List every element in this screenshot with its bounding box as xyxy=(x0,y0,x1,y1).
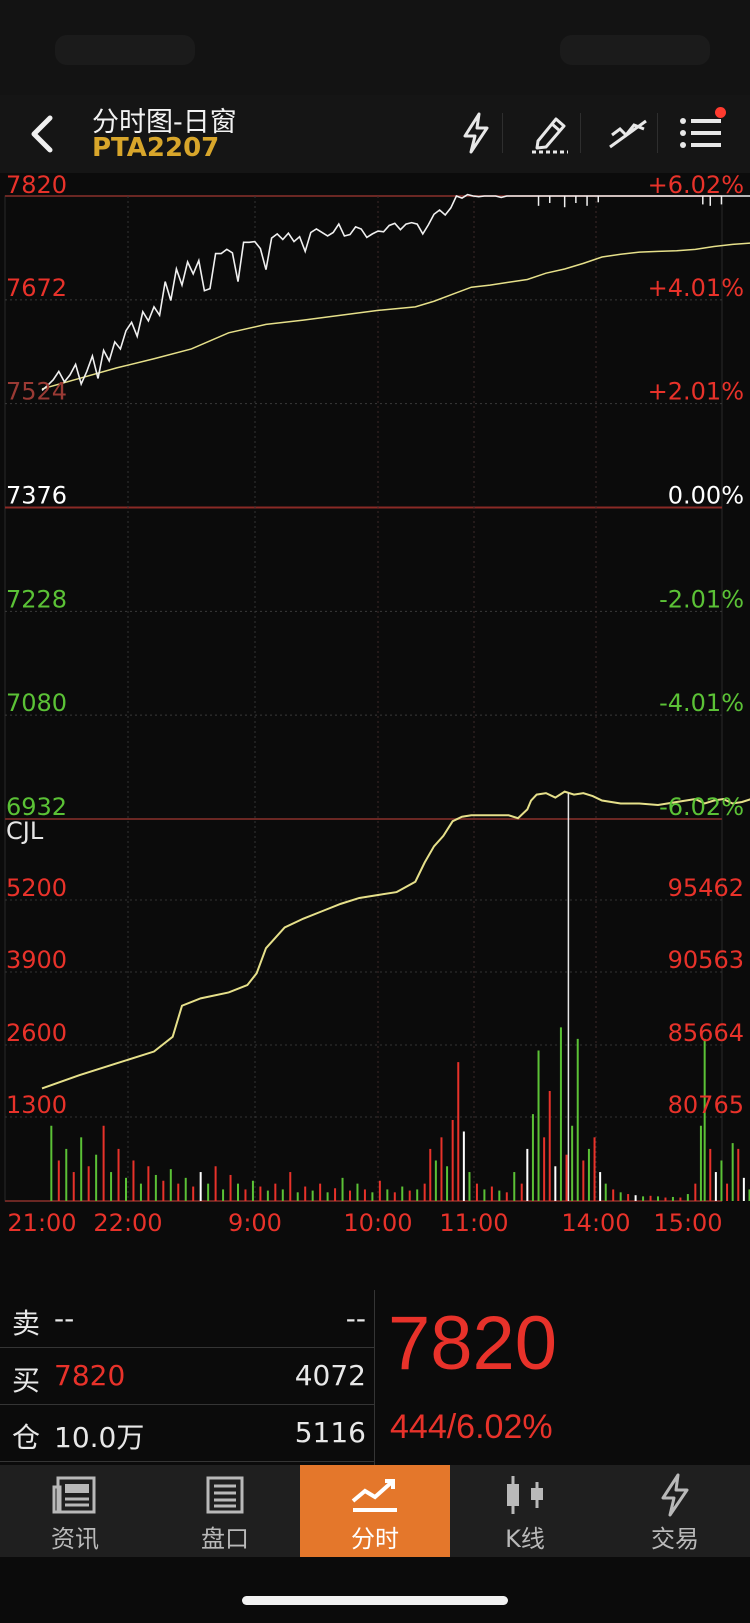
home-area xyxy=(0,1557,750,1623)
news-icon xyxy=(52,1473,98,1517)
draw-button[interactable] xyxy=(522,105,578,161)
time-label: 15:00 xyxy=(653,1209,722,1237)
pen-icon xyxy=(532,117,568,154)
menu-button[interactable] xyxy=(674,105,730,161)
volume-bars xyxy=(50,1027,750,1201)
lightning-icon xyxy=(463,112,489,154)
status-blur-right xyxy=(560,35,710,65)
tab-label: 分时 xyxy=(351,1525,399,1553)
quote-panel: 卖 -- -- 买 7820 4072 仓 10.0万 5116 7820 44… xyxy=(0,1290,750,1465)
lightning-icon xyxy=(657,1473,693,1517)
candlestick-icon xyxy=(499,1473,551,1517)
price-label-left: 7524 xyxy=(6,378,67,406)
pct-label-right: +2.01% xyxy=(648,378,744,406)
position-label-right: 85664 xyxy=(668,1019,744,1047)
position-label-right: 95462 xyxy=(668,874,744,902)
time-label: 22:00 xyxy=(93,1209,162,1237)
price-label-left: 7672 xyxy=(6,274,67,302)
volume-label-left: 2600 xyxy=(6,1019,67,1047)
time-label: 10:00 xyxy=(343,1209,412,1237)
orderbook-icon xyxy=(205,1473,245,1517)
symbol-code: PTA2207 xyxy=(92,133,220,163)
quote-divider xyxy=(374,1290,375,1465)
ask-volume: -- xyxy=(345,1302,366,1335)
tab-label: 交易 xyxy=(651,1525,699,1553)
chevron-left-icon xyxy=(31,115,53,153)
price-label-left: 7080 xyxy=(6,689,67,717)
notification-dot xyxy=(715,107,726,118)
volume-label-left: 5200 xyxy=(6,874,67,902)
price-change: 444/6.02% xyxy=(390,1408,553,1446)
timeshare-icon xyxy=(349,1473,401,1517)
position-line xyxy=(41,790,750,1090)
axis-labels: 7820 7672 7524 7376 7228 7080 6932 +6.02… xyxy=(6,173,744,1237)
header-separator xyxy=(502,113,503,153)
home-indicator[interactable] xyxy=(242,1596,508,1605)
flash-button[interactable] xyxy=(448,105,504,161)
ask-price: -- xyxy=(54,1302,75,1335)
pct-label-right: +4.01% xyxy=(648,274,744,302)
price-label-left: 7376 xyxy=(6,482,67,510)
tab-label: 盘口 xyxy=(201,1525,249,1553)
position-label-right: 80765 xyxy=(668,1091,744,1119)
open-interest-value: 10.0万 xyxy=(54,1421,145,1454)
avg-price-line xyxy=(41,242,750,390)
chart-lines xyxy=(41,193,750,1201)
time-label: 11:00 xyxy=(439,1209,508,1237)
tab-timeshare[interactable]: 分时 xyxy=(300,1465,450,1557)
pct-label-right: -4.01% xyxy=(659,689,744,717)
menu-list-icon xyxy=(680,118,721,148)
tab-orderbook[interactable]: 盘口 xyxy=(150,1465,300,1557)
volume-label-left: 1300 xyxy=(6,1091,67,1119)
time-label: 21:00 xyxy=(7,1209,76,1237)
tab-trade[interactable]: 交易 xyxy=(600,1465,750,1557)
bottom-tab-bar: 资讯 盘口 分时 K线 交易 xyxy=(0,1465,750,1557)
tab-label: K线 xyxy=(505,1525,545,1553)
header-bar: 分时图-日窗 PTA2207 xyxy=(0,95,750,173)
header-separator xyxy=(580,113,581,153)
bid-volume: 4072 xyxy=(294,1359,366,1392)
intraday-chart[interactable]: 7820 7672 7524 7376 7228 7080 6932 +6.02… xyxy=(0,173,750,1290)
open-interest-change: 5116 xyxy=(294,1416,366,1449)
price-label-left: 7820 xyxy=(6,173,67,199)
position-label-right: 90563 xyxy=(668,946,744,974)
bid-label: 买 xyxy=(12,1364,41,1397)
status-bar xyxy=(0,0,750,95)
ask-label: 卖 xyxy=(12,1307,41,1340)
pct-label-right: -2.01% xyxy=(659,585,744,613)
back-button[interactable] xyxy=(16,107,66,161)
volume-panel-title: CJL xyxy=(6,817,44,845)
ask-row[interactable]: 卖 -- -- xyxy=(0,1290,374,1348)
time-label: 9:00 xyxy=(228,1209,282,1237)
pct-label-right: 0.00% xyxy=(668,482,744,510)
price-line xyxy=(41,193,750,391)
status-blur-left xyxy=(55,35,195,65)
tab-kline[interactable]: K线 xyxy=(450,1465,600,1557)
time-label: 14:00 xyxy=(561,1209,630,1237)
bid-row[interactable]: 买 7820 4072 xyxy=(0,1347,374,1405)
tab-label: 资讯 xyxy=(51,1525,99,1553)
volume-label-left: 3900 xyxy=(6,946,67,974)
header-separator xyxy=(657,113,658,153)
pct-label-right: +6.02% xyxy=(648,173,744,199)
tab-news[interactable]: 资讯 xyxy=(0,1465,150,1557)
last-price: 7820 xyxy=(388,1301,558,1386)
price-label-left: 7228 xyxy=(6,585,67,613)
pct-label-right: -6.02% xyxy=(659,793,744,821)
open-interest-row: 仓 10.0万 5116 xyxy=(0,1404,374,1462)
trendline-icon xyxy=(609,119,647,149)
bid-price: 7820 xyxy=(54,1359,126,1392)
indicator-button[interactable] xyxy=(600,105,656,161)
open-interest-label: 仓 xyxy=(12,1421,41,1454)
